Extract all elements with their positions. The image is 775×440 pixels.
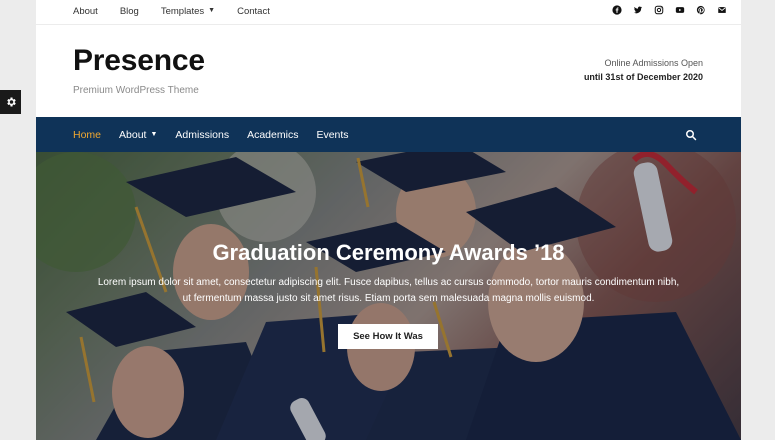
main-nav-admissions[interactable]: Admissions (175, 129, 229, 141)
hero-description: Lorem ipsum dolor sit amet, consectetur … (97, 277, 680, 304)
search-icon[interactable] (685, 129, 697, 141)
admissions-notice: Online Admissions Open (604, 58, 703, 68)
top-nav-label: Contact (237, 6, 270, 17)
main-nav-label: Events (316, 128, 349, 141)
top-nav-label: About (73, 6, 98, 17)
top-nav-about[interactable]: About (73, 6, 98, 17)
see-how-it-was-button[interactable]: See How It Was (338, 324, 438, 349)
chevron-down-icon: ▼ (208, 7, 216, 14)
hero-title: Graduation Ceremony Awards ’18 (212, 240, 565, 265)
main-nav-label: Academics (247, 128, 299, 141)
main-nav-academics[interactable]: Academics (247, 129, 298, 141)
top-nav: About Blog Templates ▼ Contact (73, 6, 292, 17)
top-nav-templates[interactable]: Templates ▼ (161, 6, 215, 17)
top-nav-contact[interactable]: Contact (237, 6, 270, 17)
twitter-icon[interactable] (633, 5, 643, 15)
main-nav-events[interactable]: Events (316, 129, 348, 141)
settings-gear-tab[interactable] (0, 90, 21, 114)
social-links (612, 5, 727, 15)
gear-icon (6, 97, 16, 107)
main-nav-label: Admissions (175, 128, 230, 141)
chevron-down-icon: ▼ (150, 131, 158, 138)
top-nav-label: Templates (160, 6, 205, 17)
top-nav-blog[interactable]: Blog (120, 6, 139, 17)
main-nav-home[interactable]: Home (73, 129, 101, 141)
main-nav: Home About ▼ Admissions Academics Events (36, 117, 741, 152)
instagram-icon[interactable] (654, 5, 664, 15)
page: About Blog Templates ▼ Contact Presence … (36, 0, 741, 440)
hero-banner: Graduation Ceremony Awards ’18 Lorem ips… (36, 152, 741, 440)
site-title[interactable]: Presence (73, 44, 205, 78)
admissions-deadline: until 31st of December 2020 (583, 72, 703, 82)
facebook-icon[interactable] (612, 5, 622, 15)
main-nav-label: Home (73, 128, 102, 141)
top-nav-label: Blog (119, 6, 139, 17)
pinterest-icon[interactable] (696, 5, 706, 15)
main-nav-about[interactable]: About ▼ (119, 129, 157, 141)
top-bar: About Blog Templates ▼ Contact (36, 0, 741, 25)
main-nav-label: About (119, 128, 147, 141)
site-tagline: Premium WordPress Theme (73, 85, 199, 96)
youtube-icon[interactable] (675, 5, 685, 15)
mail-icon[interactable] (717, 5, 727, 15)
